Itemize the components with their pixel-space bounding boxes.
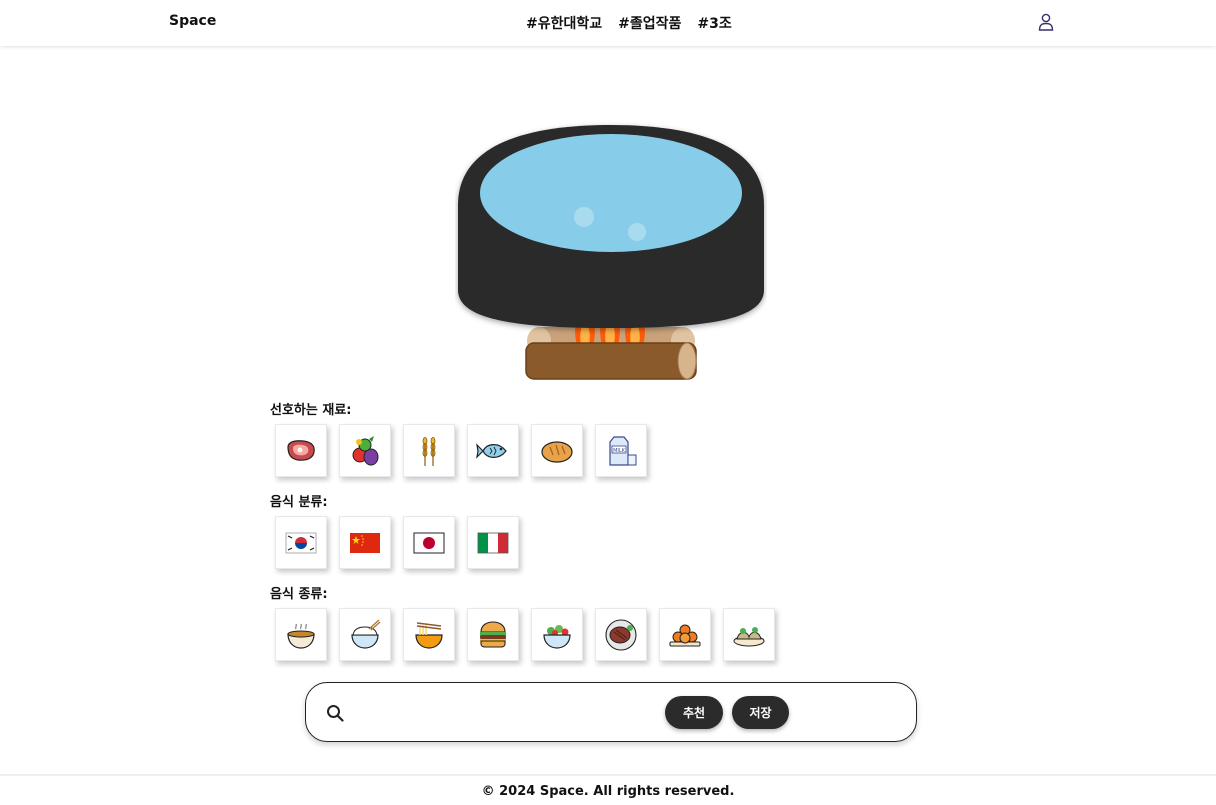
japan-flag-icon: [413, 532, 445, 553]
water-bubble: [628, 223, 646, 241]
footer-copyright: © 2024 Space. All rights reserved.: [481, 784, 735, 799]
brand-logo[interactable]: Space: [169, 13, 216, 29]
top-nav-bar: Space #유한대학교 #졸업작품 #3조: [0, 0, 1216, 46]
china-flag-icon: [350, 532, 380, 553]
food-fried-option[interactable]: [659, 608, 711, 661]
steak-icon: [605, 618, 637, 651]
footer: © 2024 Space. All rights reserved.: [0, 774, 1216, 805]
food-type-section: 음식 종류:: [270, 586, 775, 661]
vegetables-icon: [352, 435, 379, 465]
ingredients-section: 선호하는 재료: MILK: [270, 402, 647, 477]
ingredients-title: 선호하는 재료:: [270, 403, 352, 418]
wheat-icon: [422, 436, 436, 466]
soup-icon: [287, 623, 315, 649]
cuisine-japanese-option[interactable]: [403, 516, 455, 569]
food-noodles-option[interactable]: [403, 608, 455, 661]
food-rice-option[interactable]: [339, 608, 391, 661]
meat-icon: [287, 439, 315, 461]
cuisine-title: 음식 분류:: [270, 495, 328, 510]
cuisine-italian-option[interactable]: [467, 516, 519, 569]
cooking-pot-illustration: [458, 125, 764, 380]
cuisine-section: 음식 분류:: [270, 494, 519, 569]
fried-balls-icon: [669, 624, 701, 646]
noodles-icon: [415, 621, 443, 649]
korea-flag-icon: [285, 532, 317, 553]
food-type-title: 음식 종류:: [270, 587, 328, 602]
food-type-options: [270, 608, 775, 661]
milk-icon: MILK: [609, 435, 637, 466]
burger-icon: [480, 620, 506, 648]
search-bar: 추천 저장: [305, 682, 917, 742]
nav-tag-university[interactable]: #유한대학교: [526, 13, 602, 33]
food-salad-option[interactable]: [531, 608, 583, 661]
hashtag-nav: #유한대학교 #졸업작품 #3조: [526, 13, 732, 33]
ingredient-vegetables-option[interactable]: [339, 424, 391, 477]
rice-bowl-icon: [351, 618, 381, 649]
bread-icon: [541, 440, 573, 463]
pot-water: [480, 134, 742, 252]
log-front: [525, 342, 697, 380]
search-input[interactable]: [356, 697, 656, 727]
ingredients-options: MILK: [270, 424, 647, 477]
recommend-button[interactable]: 추천: [665, 696, 723, 729]
search-icon[interactable]: [326, 704, 344, 722]
ingredient-grain-option[interactable]: [403, 424, 455, 477]
food-burger-option[interactable]: [467, 608, 519, 661]
svg-text:MILK: MILK: [613, 448, 626, 454]
food-dumplings-option[interactable]: [723, 608, 775, 661]
ingredient-dairy-option[interactable]: MILK: [595, 424, 647, 477]
ingredient-bread-option[interactable]: [531, 424, 583, 477]
cuisine-chinese-option[interactable]: [339, 516, 391, 569]
save-button[interactable]: 저장: [732, 696, 789, 729]
cuisine-options: [270, 516, 519, 569]
food-soup-option[interactable]: [275, 608, 327, 661]
fish-icon: [476, 442, 507, 459]
salad-icon: [543, 624, 571, 649]
nav-tag-team[interactable]: #3조: [697, 13, 731, 33]
dumplings-icon: [733, 626, 765, 646]
ingredient-meat-option[interactable]: [275, 424, 327, 477]
user-icon[interactable]: [1038, 13, 1054, 31]
ingredient-fish-option[interactable]: [467, 424, 519, 477]
nav-tag-graduation-project[interactable]: #졸업작품: [618, 13, 681, 33]
food-steak-option[interactable]: [595, 608, 647, 661]
cuisine-korean-option[interactable]: [275, 516, 327, 569]
water-bubble: [574, 207, 594, 227]
italy-flag-icon: [477, 532, 509, 553]
